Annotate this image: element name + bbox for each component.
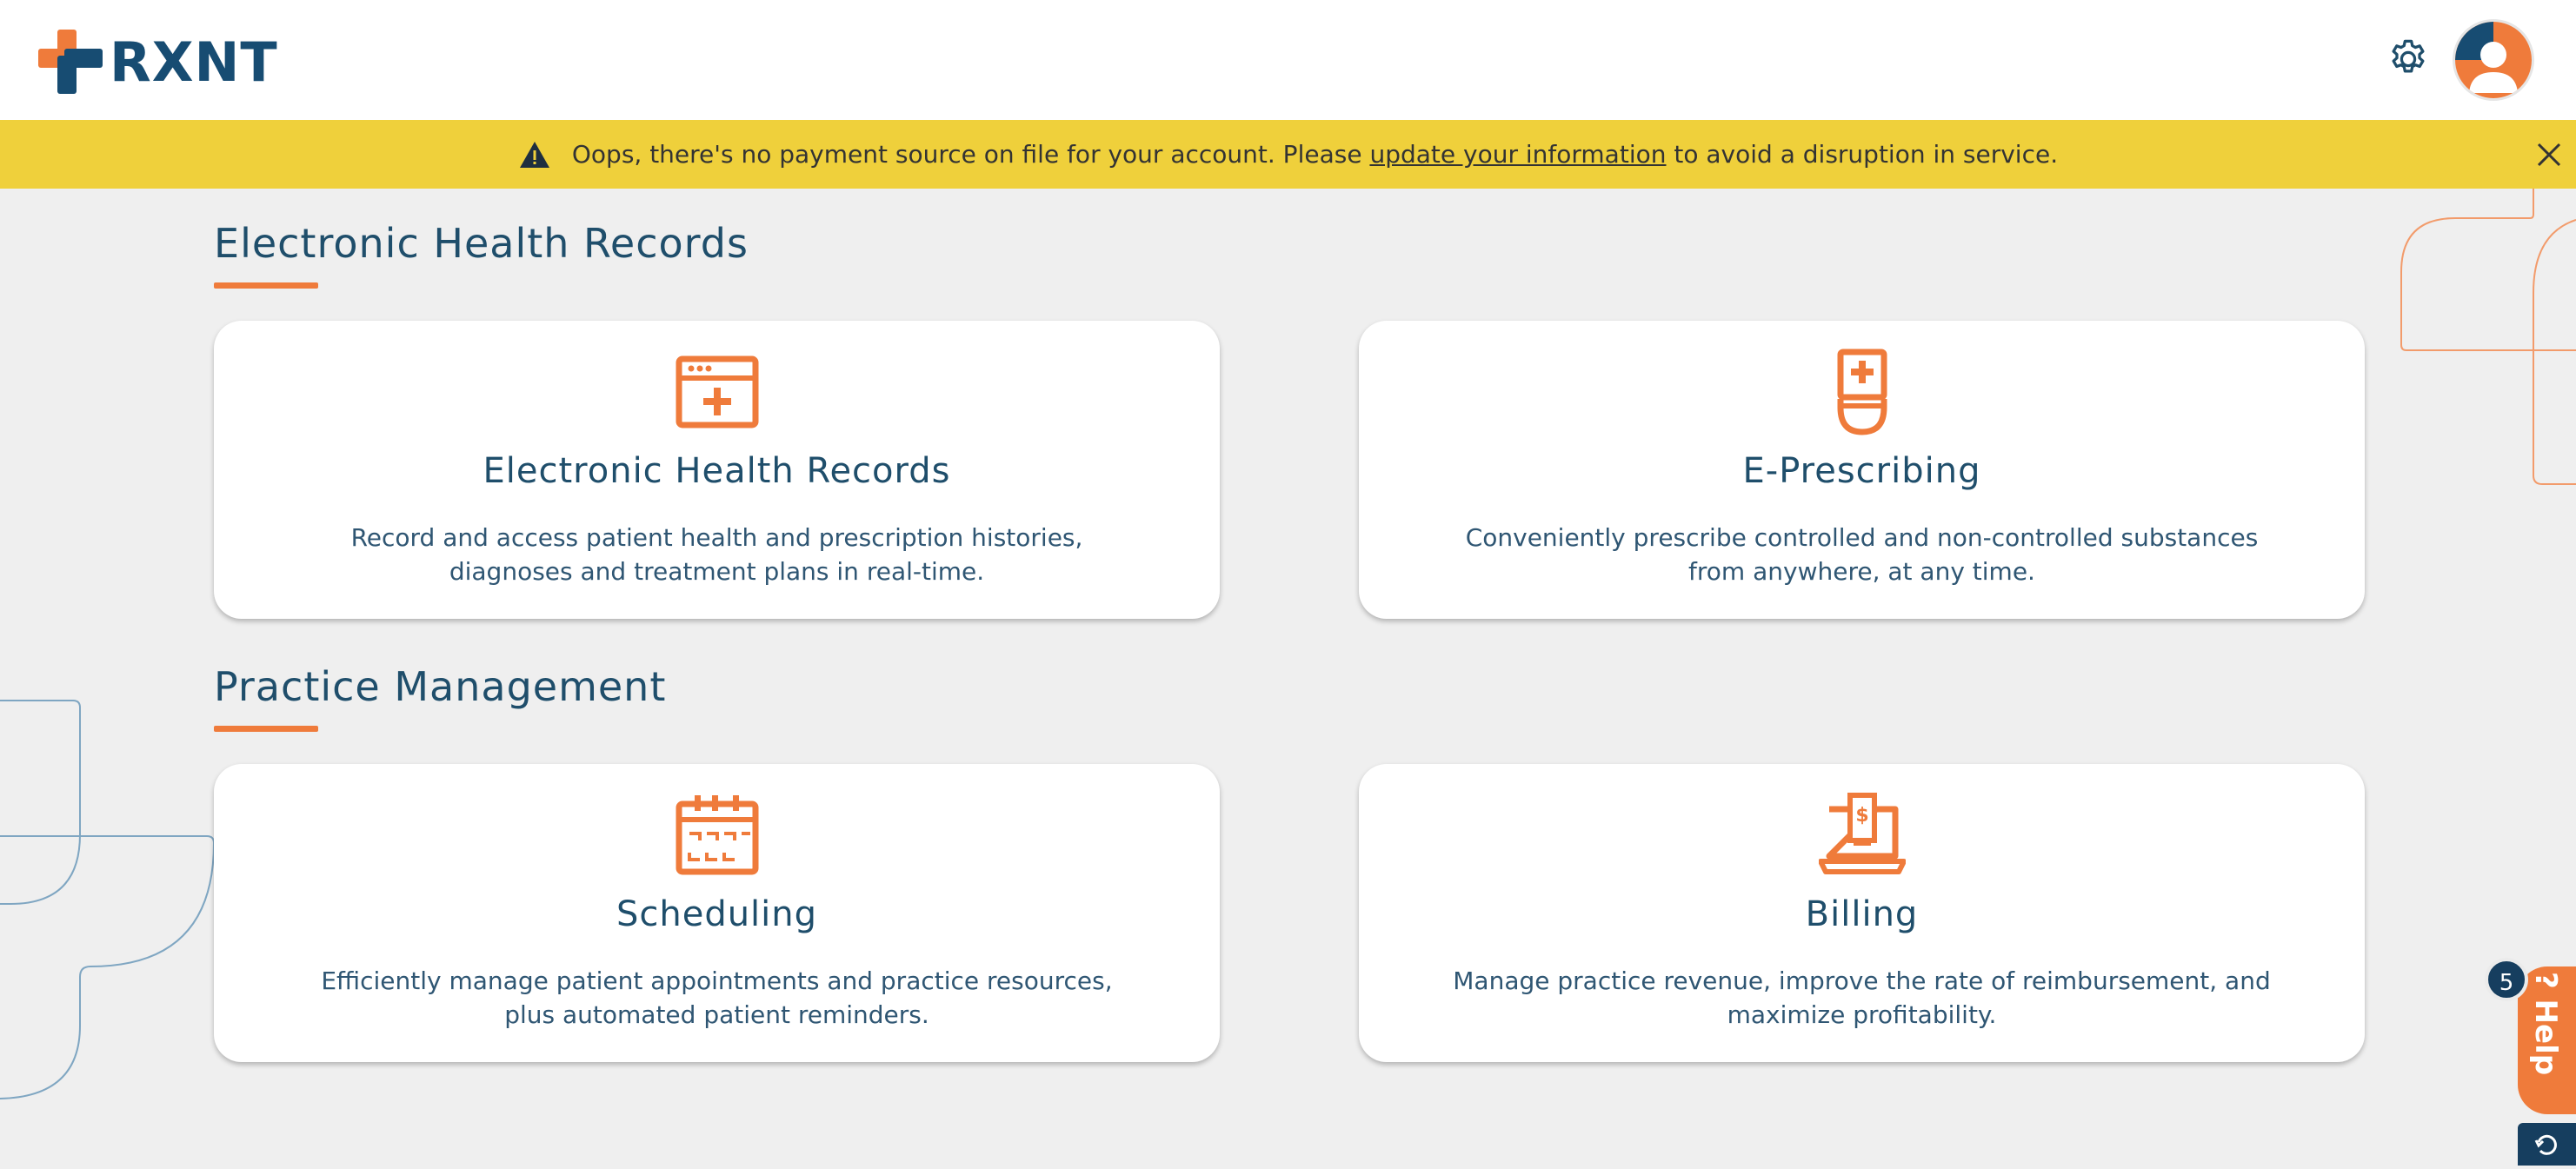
svg-text:$: $ xyxy=(1855,805,1868,827)
card-billing[interactable]: $ Billing Manage practice revenue, impro… xyxy=(1359,764,2365,1062)
card-e-prescribing[interactable]: E-Prescribing Conveniently prescribe con… xyxy=(1359,321,2365,619)
update-information-link[interactable]: update your information xyxy=(1369,140,1666,169)
ehr-browser-plus-icon xyxy=(676,355,758,428)
chat-refresh-icon xyxy=(2534,1134,2557,1155)
help-notification-badge: 5 xyxy=(2485,958,2528,1001)
gear-icon[interactable] xyxy=(2386,37,2431,82)
card-description: Conveniently prescribe controlled and no… xyxy=(1465,523,2259,586)
section-underline xyxy=(214,726,318,732)
section-title-practice-management: Practice Management xyxy=(214,663,667,710)
card-description: Record and access patient health and pre… xyxy=(350,523,1083,586)
decorative-lines-right xyxy=(2400,189,2576,485)
payment-warning-banner: Oops, there's no payment source on file … xyxy=(0,120,2576,189)
card-description: Manage practice revenue, improve the rat… xyxy=(1453,966,2271,1029)
card-electronic-health-records[interactable]: Electronic Health Records Record and acc… xyxy=(214,321,1220,619)
top-header: RXNT xyxy=(0,0,2576,120)
card-description: Efficiently manage patient appointments … xyxy=(321,966,1113,1029)
card-title: Electronic Health Records xyxy=(483,451,951,491)
card-title: Billing xyxy=(1805,894,1919,934)
help-label[interactable]: ? Help xyxy=(2528,972,2563,1075)
rxnt-cross-icon xyxy=(38,30,103,94)
laptop-invoice-icon: $ xyxy=(1818,793,1906,874)
card-scheduling[interactable]: Scheduling Efficiently manage patient ap… xyxy=(214,764,1220,1062)
section-title-ehr: Electronic Health Records xyxy=(214,220,749,267)
card-title: E-Prescribing xyxy=(1742,451,1981,491)
close-icon[interactable] xyxy=(2533,139,2565,170)
banner-text-before: Oops, there's no payment source on file … xyxy=(571,140,1370,169)
section-underline xyxy=(214,282,318,289)
chat-button[interactable] xyxy=(2518,1123,2576,1166)
user-avatar[interactable] xyxy=(2453,19,2534,101)
rxnt-logo[interactable]: RXNT xyxy=(38,28,278,96)
prescription-bottle-icon xyxy=(1837,349,1887,435)
avatar-icon xyxy=(2455,22,2532,98)
decorative-lines-left xyxy=(0,700,216,1099)
card-title: Scheduling xyxy=(616,894,818,934)
calendar-icon xyxy=(676,795,758,875)
logo-text: RXNT xyxy=(110,30,278,94)
warning-icon xyxy=(519,141,549,168)
banner-text-after: to avoid a disruption in service. xyxy=(1666,140,2059,169)
